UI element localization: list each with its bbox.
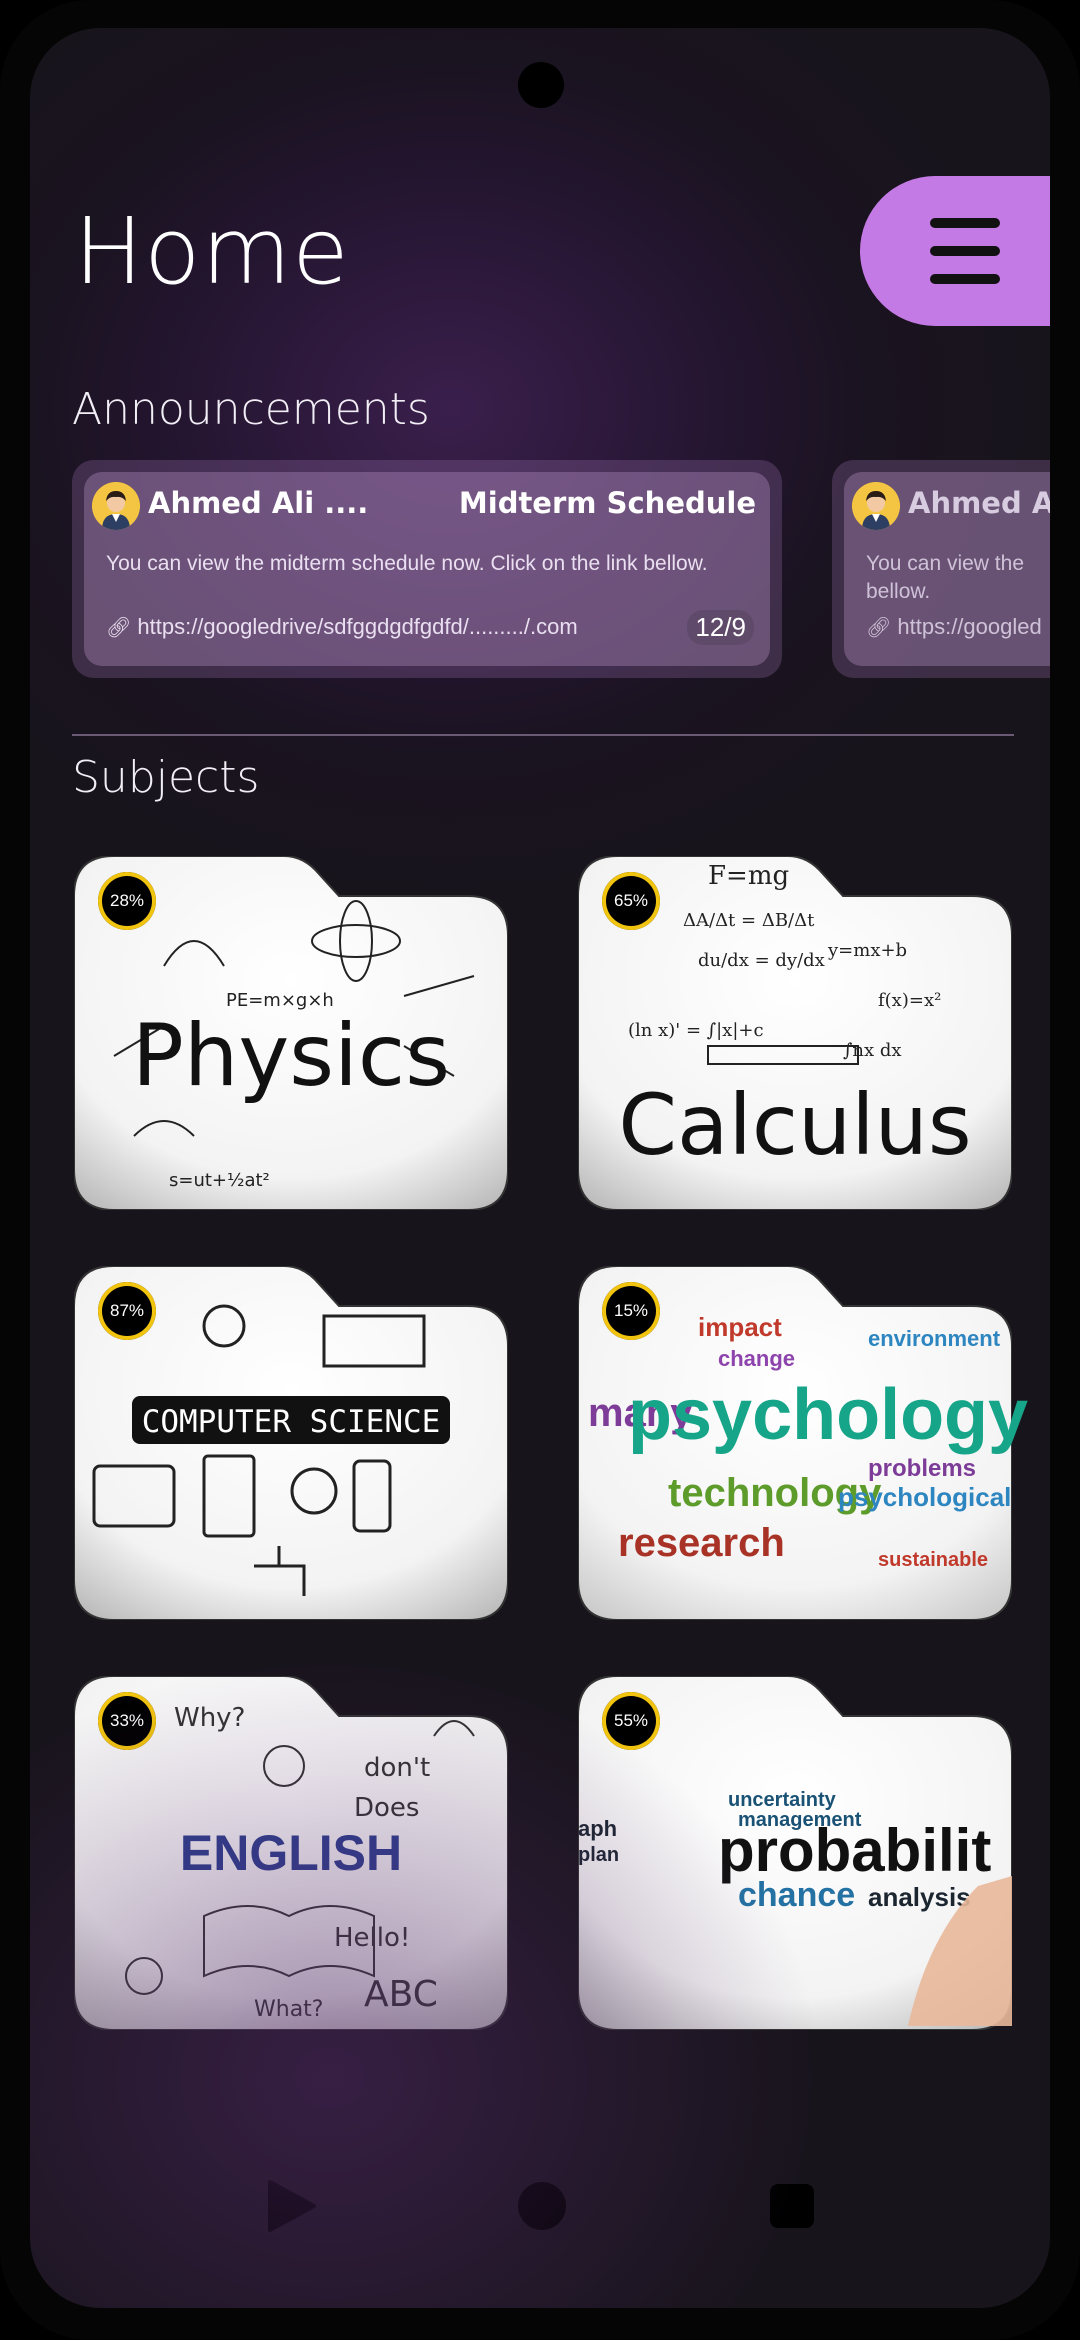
progress-badge: 65% — [602, 872, 660, 930]
svg-text:environment: environment — [868, 1326, 1001, 1351]
svg-text:du/dx = dy/dx: du/dx = dy/dx — [698, 950, 825, 971]
announcement-title: Midterm Schedule — [458, 486, 756, 520]
announcement-card[interactable]: Ahmed Ali .... Midterm Schedule You can … — [72, 460, 782, 678]
progress-badge: 87% — [98, 1282, 156, 1340]
svg-text:y=mx+b: y=mx+b — [827, 940, 907, 961]
home-circle-icon — [518, 2182, 566, 2230]
svg-text:problems: problems — [868, 1455, 976, 1482]
page-title: Home — [74, 198, 350, 305]
subject-name: psychology — [628, 1375, 1029, 1455]
svg-text:psychological: psychological — [838, 1482, 1011, 1512]
announcement-author: Ahmed Al — [908, 486, 1050, 520]
svg-text:(ln x)' = ∫|x|+c: (ln x)' = ∫|x|+c — [628, 1020, 764, 1041]
subject-name: COMPUTER SCIENCE — [141, 1404, 441, 1440]
nav-recent-button[interactable] — [766, 2178, 818, 2238]
user-avatar — [852, 482, 900, 530]
announcement-card-inner: Ahmed Ali .... Midterm Schedule You can … — [84, 472, 770, 666]
subject-folder-calculus[interactable]: F=mg ΔA/Δt = ΔB/Δt du/dx = dy/dx y=mx+b … — [578, 856, 1012, 1210]
hamburger-icon-bar — [930, 246, 1000, 256]
progress-value: 55% — [613, 1711, 649, 1730]
svg-text:Why?: Why? — [174, 1703, 245, 1733]
announcement-body: You can view the midterm schedule now. C… — [106, 552, 708, 575]
subject-name: Calculus — [618, 1076, 972, 1174]
svg-text:aph: aph — [578, 1816, 617, 1841]
subject-folder-probability[interactable]: uncertainty management chance analysis a… — [578, 1676, 1012, 2030]
announcements-heading: Announcements — [72, 384, 430, 435]
subject-name: probabilit — [718, 1817, 992, 1884]
section-divider — [72, 734, 1014, 736]
svg-text:don't: don't — [364, 1753, 430, 1783]
hamburger-icon — [930, 218, 1000, 228]
svg-text:∫nx dx: ∫nx dx — [843, 1040, 902, 1061]
subject-name: ENGLISH — [179, 1825, 403, 1881]
progress-value: 15% — [613, 1301, 649, 1320]
svg-text:research: research — [618, 1521, 785, 1565]
svg-text:s=ut+½at²: s=ut+½at² — [169, 1170, 270, 1191]
svg-text:uncertainty: uncertainty — [728, 1789, 837, 1811]
svg-text:plan: plan — [578, 1844, 619, 1866]
announcement-card-inner: Ahmed Al You can view the bellow. 🔗︎ http… — [844, 472, 1050, 666]
hamburger-icon-bar — [930, 274, 1000, 284]
link-icon: 🔗︎ — [866, 617, 892, 639]
progress-value: 65% — [613, 891, 649, 910]
announcement-body: You can view the bellow. — [866, 552, 1025, 603]
menu-button[interactable] — [860, 176, 1050, 326]
announcement-card[interactable]: Ahmed Al You can view the bellow. 🔗︎ http… — [832, 460, 1050, 678]
progress-badge: 15% — [602, 1282, 660, 1340]
subjects-heading: Subjects — [72, 752, 260, 803]
progress-value: 87% — [109, 1301, 145, 1320]
subject-folder-computer-science[interactable]: COMPUTER SCIENCE 87% — [74, 1266, 508, 1620]
progress-badge: 28% — [98, 872, 156, 930]
subject-folder-physics[interactable]: PE=m×g×h s=ut+½at² Physics 28% — [74, 856, 508, 1210]
announcement-date: 12/9 — [687, 610, 754, 645]
recent-square-icon — [770, 2184, 814, 2228]
progress-value: 28% — [109, 891, 145, 910]
svg-text:ABC: ABC — [364, 1974, 438, 2015]
announcement-link[interactable]: 🔗︎ https://googledrive/sdfggdgdfgdfd/....… — [106, 614, 578, 640]
svg-text:Hello!: Hello! — [334, 1923, 410, 1953]
announcement-link[interactable]: 🔗︎ https://googled — [866, 614, 1042, 640]
front-camera — [518, 62, 564, 108]
svg-text:What?: What? — [254, 1997, 323, 2022]
svg-text:sustainable: sustainable — [878, 1549, 988, 1571]
nav-back-button[interactable] — [266, 2178, 318, 2238]
subject-name: Physics — [131, 1006, 451, 1106]
svg-text:impact: impact — [698, 1312, 782, 1342]
svg-text:analysis: analysis — [868, 1882, 971, 1912]
subject-folder-english[interactable]: Why? don't Does Hello! ABC What? ENGLISH 33… — [74, 1676, 508, 2030]
svg-text:F=mg: F=mg — [708, 861, 789, 891]
progress-badge: 33% — [98, 1692, 156, 1750]
link-icon: 🔗︎ — [106, 617, 132, 639]
announcement-link-text: https://googledrive/sdfggdgdfgdfd/......… — [137, 614, 578, 639]
screen: Home Announcements Ahmed Ali .... Midter… — [30, 28, 1050, 2308]
svg-text:change: change — [718, 1346, 795, 1371]
progress-badge: 55% — [602, 1692, 660, 1750]
phone-frame: Home Announcements Ahmed Ali .... Midter… — [0, 0, 1080, 2340]
subject-folder-psychology[interactable]: impact change environment many technolog… — [578, 1266, 1028, 1620]
back-triangle-icon — [268, 2180, 316, 2232]
user-avatar — [92, 482, 140, 530]
svg-text:ΔA/Δt = ΔB/Δt: ΔA/Δt = ΔB/Δt — [683, 910, 815, 931]
announcement-link-text: https://googled — [897, 614, 1042, 639]
nav-home-button[interactable] — [516, 2178, 568, 2238]
svg-text:f(x)=x²: f(x)=x² — [878, 990, 941, 1011]
progress-value: 33% — [109, 1711, 145, 1730]
svg-text:Does: Does — [354, 1793, 419, 1823]
announcement-author: Ahmed Ali .... — [148, 486, 369, 520]
